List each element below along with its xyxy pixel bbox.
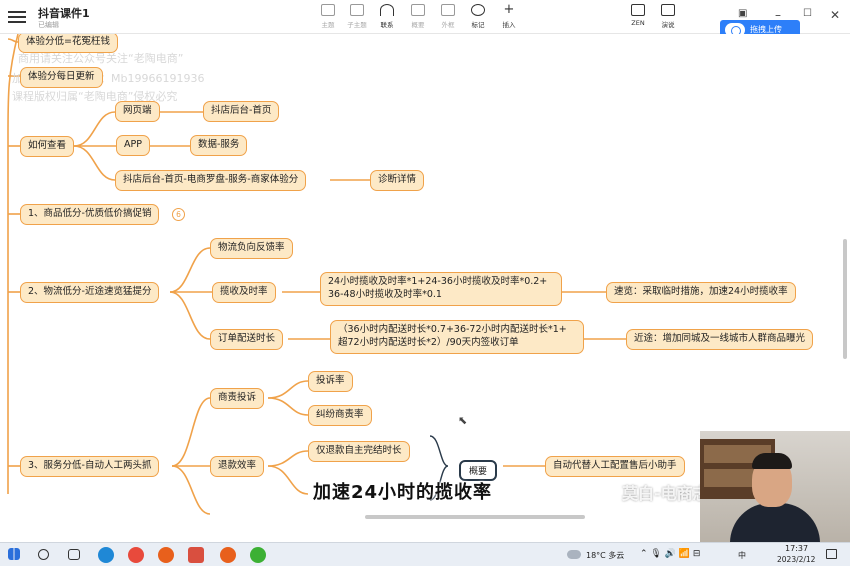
node-complaint-rate[interactable]: 投诉率 <box>308 371 353 392</box>
start-icon[interactable] <box>8 548 20 560</box>
document-title[interactable]: 抖音课件1 <box>38 5 90 21</box>
node-path-child[interactable]: 诊断详情 <box>370 170 425 191</box>
marker-icon <box>471 4 485 16</box>
webcam-overlay <box>700 431 850 542</box>
node-merchant-complaint[interactable]: 商责投诉 <box>210 388 265 409</box>
node-pickup-rate[interactable]: 揽收及时率 <box>212 282 276 303</box>
edge-icon[interactable] <box>98 547 114 563</box>
video-caption: 加速24小时的揽收率 <box>313 482 493 503</box>
subtopic-icon <box>350 4 364 16</box>
tool-boundary[interactable]: 外框 <box>434 4 462 29</box>
save-status: 已编辑 <box>38 21 59 29</box>
clock-date[interactable]: 2023/2/12 <box>777 555 815 564</box>
app-orange-icon[interactable] <box>158 547 174 563</box>
weather-cloud-icon[interactable] <box>567 550 581 559</box>
node-pickup-formula[interactable]: 24小时揽收及时率*1+24-36小时揽收及时率*0.2+ 36-48小时揽收及… <box>320 272 562 306</box>
zen-icon <box>631 4 645 16</box>
node-daily-update[interactable]: 体验分每日更新 <box>20 67 103 88</box>
node-web-child[interactable]: 抖店后台-首页 <box>203 101 280 122</box>
weather-text[interactable]: 18°C 多云 <box>586 550 624 561</box>
maximize-icon[interactable]: ☐ <box>803 8 812 19</box>
windows-taskbar: 18°C 多云 ⌃ 🎙 🔊 📶 ⊟ 中 17:37 2023/2/12 <box>0 542 850 566</box>
theme-icon <box>321 4 335 16</box>
node-negative-feedback[interactable]: 物流负向反馈率 <box>210 238 293 259</box>
node-refund-only[interactable]: 仅退款自主完结时长 <box>308 441 410 462</box>
presenter-hair <box>752 453 792 469</box>
brand-watermark: 莫白-电商志 <box>622 484 709 503</box>
node-goods-low[interactable]: 1、商品低分-优质低价搞促销 <box>20 204 160 225</box>
tool-summary[interactable]: 概要 <box>404 4 432 29</box>
link-icon <box>380 4 394 16</box>
node-delivery-tip[interactable]: 近途：增加同城及一线城市人群商品曝光 <box>626 329 814 350</box>
clock-time[interactable]: 17:37 <box>785 544 808 553</box>
node-after-sales-assistant[interactable]: 自动代替人工配置售后小助手 <box>545 456 685 477</box>
tool-theme[interactable]: 主题 <box>314 4 342 29</box>
tool-link[interactable]: 联系 <box>373 4 401 29</box>
node-app-child[interactable]: 数据-服务 <box>190 135 248 156</box>
insert-icon: + <box>503 2 515 17</box>
node-delivery-formula[interactable]: （36小时内配送时长*0.7+36-72小时内配送时长*1+ 超72小时内配送时… <box>330 320 584 354</box>
tool-marker[interactable]: 标记 <box>464 4 492 29</box>
panel-toggle-icon[interactable]: ▣ <box>738 8 747 19</box>
xmind-icon[interactable] <box>188 547 204 563</box>
chrome-icon[interactable] <box>128 547 144 563</box>
tool-insert[interactable]: + 插入 <box>495 2 523 29</box>
node-how-to-view[interactable]: 如何查看 <box>20 136 75 157</box>
notification-icon[interactable] <box>826 549 837 559</box>
node-top[interactable]: 体验分低=花冤枉钱 <box>18 34 118 53</box>
ime-indicator[interactable]: 中 <box>738 550 746 561</box>
presentation-icon <box>661 4 675 16</box>
close-icon[interactable]: ✕ <box>830 8 840 22</box>
node-path[interactable]: 抖店后台-首页-电商罗盘-服务-商家体验分 <box>115 170 307 191</box>
tool-zen[interactable]: ZEN <box>624 4 652 27</box>
mouse-cursor-icon: ⬉ <box>458 414 468 427</box>
vertical-scrollbar[interactable] <box>843 239 847 359</box>
node-refund-efficiency[interactable]: 退款效率 <box>210 456 265 477</box>
tray-icons[interactable]: ⌃ 🎙 🔊 📶 ⊟ <box>640 549 700 559</box>
node-delivery-time[interactable]: 订单配送时长 <box>210 329 284 350</box>
app-orange-icon-2[interactable] <box>220 547 236 563</box>
node-app[interactable]: APP <box>116 135 150 156</box>
hamburger-menu-icon[interactable] <box>8 8 26 24</box>
search-icon[interactable] <box>38 549 49 560</box>
summary-icon <box>411 4 425 16</box>
node-logistics-low[interactable]: 2、物流低分-近途速览猛提分 <box>20 282 160 303</box>
title-toolbar: 抖音课件1 已编辑 主题 子主题 联系 概要 外框 标记 + 插入 ZEN 演说 … <box>0 0 850 40</box>
task-view-icon[interactable] <box>68 549 80 560</box>
horizontal-scrollbar[interactable] <box>365 515 585 519</box>
node-web[interactable]: 网页端 <box>115 101 160 122</box>
tool-subtopic[interactable]: 子主题 <box>343 4 371 29</box>
node-count-badge[interactable]: 6 <box>172 208 185 221</box>
node-pickup-tip[interactable]: 速览：采取临时措施，加速24小时揽收率 <box>606 282 796 303</box>
boundary-icon <box>441 4 455 16</box>
node-dispute-rate[interactable]: 纠纷商责率 <box>308 405 372 426</box>
node-service-low[interactable]: 3、服务分低-自动人工两头抓 <box>20 456 160 477</box>
wechat-icon[interactable] <box>250 547 266 563</box>
tool-presentation[interactable]: 演说 <box>654 4 682 29</box>
